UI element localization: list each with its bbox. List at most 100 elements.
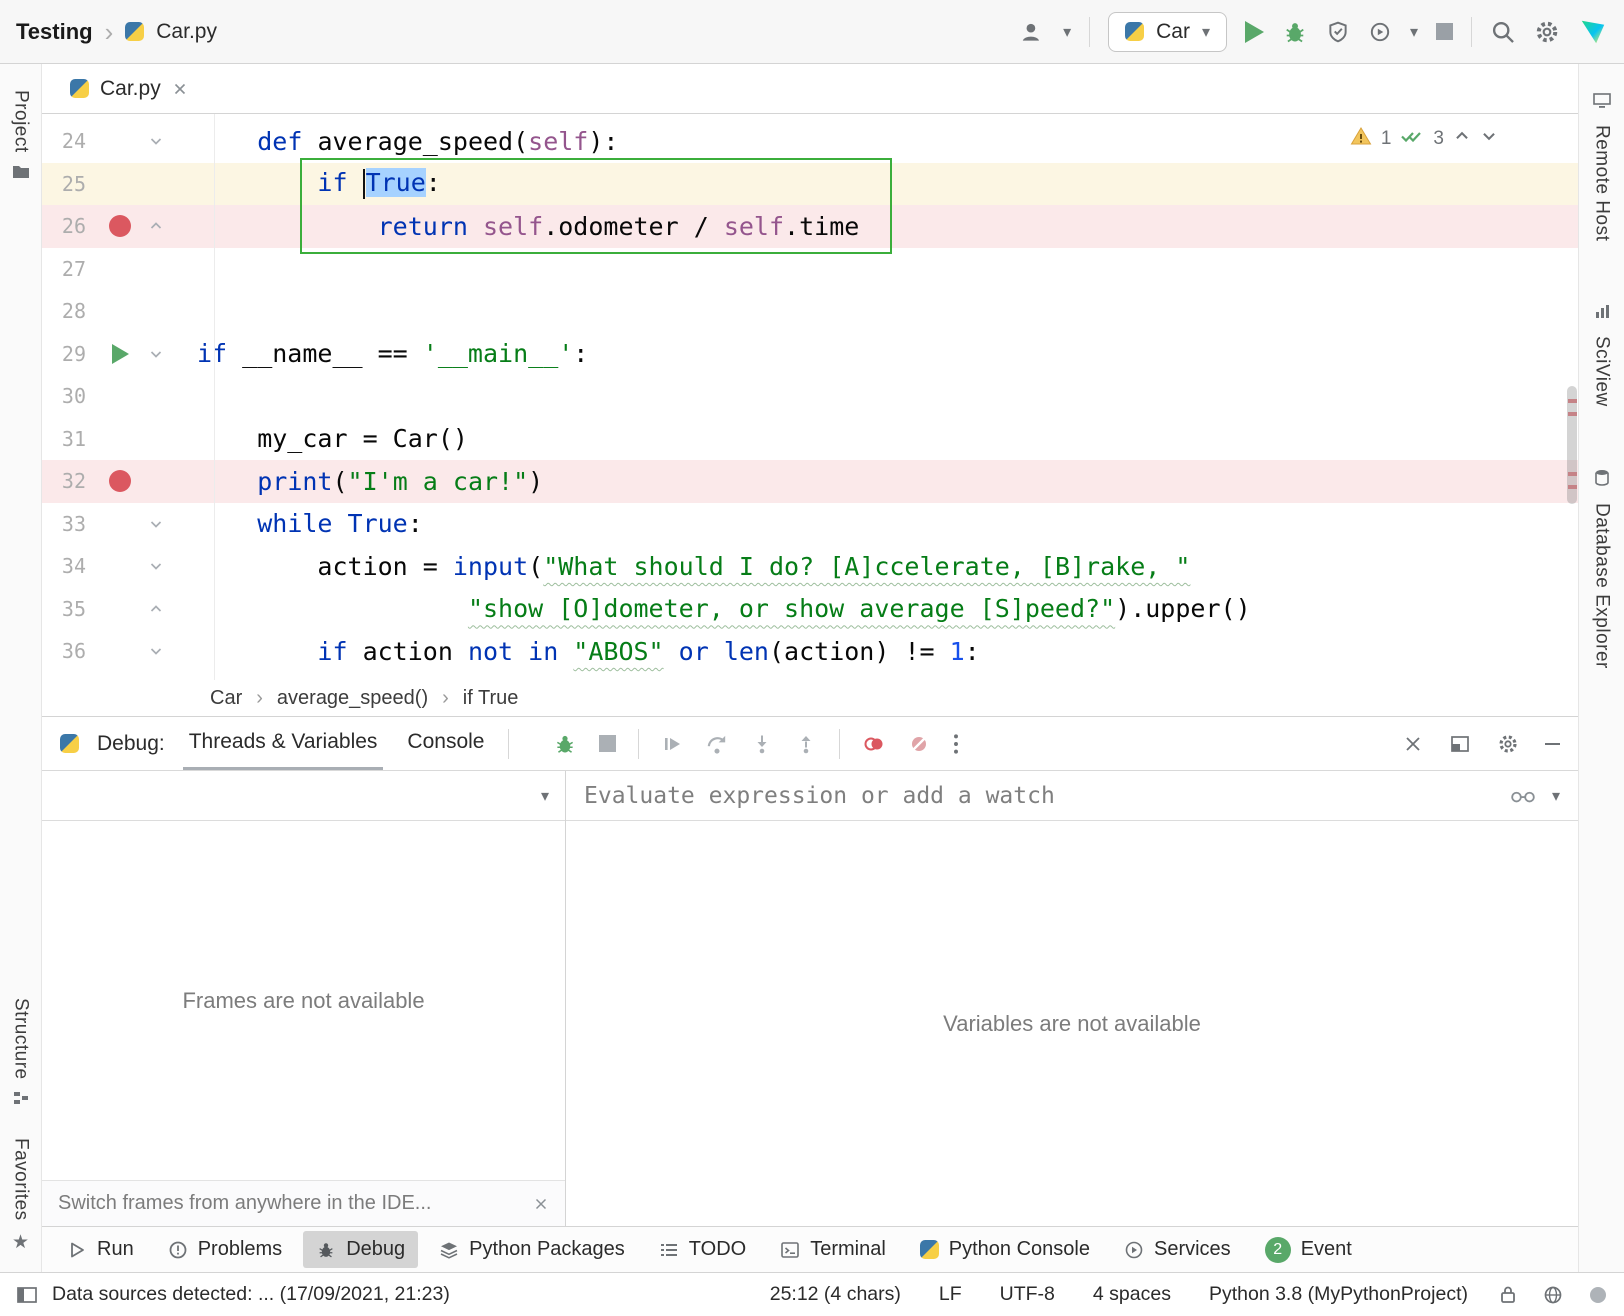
gutter-icon-area[interactable] — [86, 470, 142, 492]
fold-down-icon[interactable] — [142, 516, 170, 532]
toolwindow-stripe-sciview[interactable]: SciView — [1591, 303, 1613, 407]
status-item[interactable]: 4 spaces — [1093, 1283, 1171, 1306]
fold-down-icon[interactable] — [142, 346, 170, 362]
code-editor[interactable]: 24 def average_speed(self):25 if True:26… — [42, 114, 1578, 680]
mute-breakpoints-icon[interactable] — [908, 733, 930, 755]
toolwindow-problems[interactable]: Problems — [155, 1231, 295, 1268]
breakpoint-icon[interactable] — [109, 470, 131, 492]
toolwindow-toggle-icon[interactable] — [16, 1285, 38, 1305]
run-with-coverage-button[interactable] — [1326, 20, 1350, 44]
editor-line-29[interactable]: 29if __name__ == '__main__': — [42, 333, 1578, 376]
stop-icon[interactable] — [599, 735, 616, 752]
settings-gear-icon[interactable] — [1497, 733, 1519, 755]
status-item[interactable]: UTF-8 — [1000, 1283, 1055, 1306]
search-icon[interactable] — [1490, 19, 1516, 45]
toolwindow-event[interactable]: 2Event — [1252, 1230, 1365, 1270]
tab-close-icon[interactable] — [172, 81, 188, 97]
layout-settings-icon[interactable] — [1449, 733, 1471, 755]
line-number[interactable]: 28 — [42, 299, 86, 323]
toolwindow-debug[interactable]: Debug — [303, 1231, 418, 1268]
editor-line-36[interactable]: 36 if action not in "ABOS" or len(action… — [42, 630, 1578, 673]
watch-glasses-icon[interactable] — [1510, 787, 1536, 805]
step-out-icon[interactable] — [795, 733, 817, 755]
line-number[interactable]: 27 — [42, 257, 86, 281]
editor-tab-carpy[interactable]: Car.py — [56, 64, 202, 113]
breadcrumb-file[interactable]: Car.py — [156, 20, 217, 44]
line-number[interactable]: 31 — [42, 427, 86, 451]
toolwindow-run[interactable]: Run — [54, 1231, 147, 1268]
inspection-widget[interactable]: 1 3 — [1350, 126, 1498, 152]
settings-gear-icon[interactable] — [1534, 19, 1560, 45]
line-number[interactable]: 35 — [42, 597, 86, 621]
editor-line-27[interactable]: 27 — [42, 248, 1578, 291]
editor-line-26[interactable]: 26 return self.odometer / self.time — [42, 205, 1578, 248]
run-gutter-icon[interactable] — [112, 344, 129, 364]
breadcrumb-item[interactable]: Car — [210, 687, 242, 710]
tab-console[interactable]: Console — [401, 717, 490, 770]
prev-issue-icon[interactable] — [1453, 127, 1471, 151]
line-number[interactable]: 34 — [42, 554, 86, 578]
editor-line-31[interactable]: 31 my_car = Car() — [42, 418, 1578, 461]
user-account-icon[interactable] — [1019, 20, 1045, 44]
chevron-down-icon[interactable]: ▾ — [1552, 786, 1560, 806]
fold-up-icon[interactable] — [142, 218, 170, 234]
toolwindow-stripe-favorites[interactable]: Favorites ★ — [10, 1138, 32, 1254]
toolwindow-todo[interactable]: TODO — [646, 1231, 759, 1268]
editor-line-28[interactable]: 28 — [42, 290, 1578, 333]
line-number[interactable]: 33 — [42, 512, 86, 536]
breakpoint-icon[interactable] — [109, 215, 131, 237]
resume-icon[interactable] — [661, 733, 683, 755]
editor-line-34[interactable]: 34 action = input("What should I do? [A]… — [42, 545, 1578, 588]
tab-threads-variables[interactable]: Threads & Variables — [183, 717, 384, 770]
next-issue-icon[interactable] — [1480, 127, 1498, 151]
status-item[interactable]: 25:12 (4 chars) — [770, 1283, 901, 1306]
toolwindow-terminal[interactable]: Terminal — [767, 1231, 899, 1268]
profiler-button[interactable] — [1368, 20, 1392, 44]
editor-line-30[interactable]: 30 — [42, 375, 1578, 418]
editor-line-32[interactable]: 32 print("I'm a car!") — [42, 460, 1578, 503]
step-into-icon[interactable] — [751, 733, 773, 755]
stop-button[interactable] — [1436, 23, 1453, 40]
fold-down-icon[interactable] — [142, 643, 170, 659]
gutter-icon-area[interactable] — [86, 215, 142, 237]
gutter-icon-area[interactable] — [86, 344, 142, 364]
fold-down-icon[interactable] — [142, 558, 170, 574]
evaluate-expression-input[interactable]: Evaluate expression or add a watch — [584, 783, 1494, 809]
toolwindow-python-console[interactable]: Python Console — [907, 1231, 1103, 1268]
line-number[interactable]: 30 — [42, 384, 86, 408]
close-icon[interactable] — [533, 1196, 549, 1212]
line-number[interactable]: 26 — [42, 214, 86, 238]
hide-icon[interactable] — [1545, 743, 1560, 745]
run-options-dropdown-icon[interactable]: ▾ — [1410, 22, 1418, 42]
run-button[interactable] — [1245, 21, 1264, 43]
fold-down-icon[interactable] — [142, 133, 170, 149]
toolwindow-python-packages[interactable]: Python Packages — [426, 1231, 638, 1268]
editor-line-25[interactable]: 25 if True: — [42, 163, 1578, 206]
line-number[interactable]: 25 — [42, 172, 86, 196]
editor-line-33[interactable]: 33 while True: — [42, 503, 1578, 546]
editor-scrollbar[interactable] — [1564, 114, 1578, 680]
editor-line-24[interactable]: 24 def average_speed(self): — [42, 120, 1578, 163]
run-configuration-select[interactable]: Car ▾ — [1108, 12, 1227, 52]
more-options-icon[interactable] — [952, 732, 960, 756]
line-number[interactable]: 32 — [42, 469, 86, 493]
line-number[interactable]: 36 — [42, 639, 86, 663]
status-message[interactable]: Data sources detected: ... (17/09/2021, … — [52, 1283, 450, 1306]
toolwindow-stripe-remote-host[interactable]: Remote Host — [1591, 92, 1613, 241]
rerun-debug-icon[interactable] — [553, 732, 577, 756]
breadcrumb-project[interactable]: Testing — [16, 19, 93, 45]
view-breakpoints-icon[interactable] — [862, 733, 886, 755]
toolwindow-stripe-database[interactable]: Database Explorer — [1591, 469, 1613, 669]
close-icon[interactable] — [1403, 734, 1423, 754]
toolwindow-stripe-project[interactable]: Project — [10, 90, 32, 186]
debug-button[interactable] — [1282, 19, 1308, 45]
toolwindow-stripe-structure[interactable]: Structure — [10, 998, 32, 1113]
status-item[interactable]: Python 3.8 (MyPythonProject) — [1209, 1283, 1468, 1306]
line-number[interactable]: 29 — [42, 342, 86, 366]
user-dropdown-icon[interactable]: ▾ — [1063, 22, 1071, 42]
breadcrumb-item[interactable]: if True — [463, 687, 519, 710]
editor-line-35[interactable]: 35 "show [O]dometer, or show average [S]… — [42, 588, 1578, 631]
breadcrumb-item[interactable]: average_speed() — [277, 687, 428, 710]
status-item[interactable]: LF — [939, 1283, 962, 1306]
fold-up-icon[interactable] — [142, 601, 170, 617]
